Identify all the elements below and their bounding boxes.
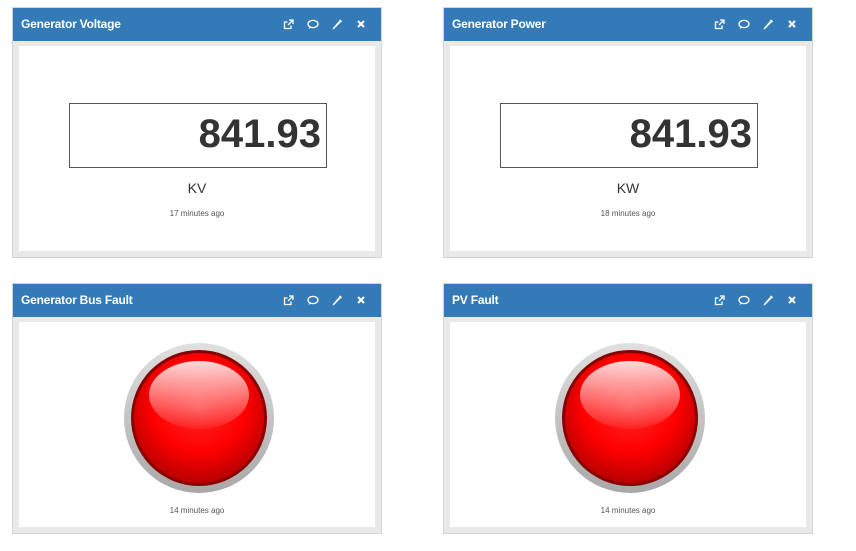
fault-indicator-led xyxy=(124,343,274,493)
widget-toolbar xyxy=(713,17,798,31)
widget-body: 841.93 KW 18 minutes ago xyxy=(450,46,806,251)
close-icon[interactable] xyxy=(354,17,367,31)
value-text: 841.93 xyxy=(629,112,752,156)
widget-generator-bus-fault: Generator Bus Fault 14 minutes ago xyxy=(12,283,382,534)
widget-title: Generator Bus Fault xyxy=(21,293,133,307)
pencil-icon[interactable] xyxy=(761,17,774,31)
widget-header: Generator Bus Fault xyxy=(13,284,381,317)
widget-generator-power: Generator Power 841.93 KW 18 minutes ago xyxy=(443,7,813,258)
widget-title: PV Fault xyxy=(452,293,499,307)
last-updated: 18 minutes ago xyxy=(600,209,656,218)
comment-icon[interactable] xyxy=(306,293,319,307)
widget-body: 841.93 KV 17 minutes ago xyxy=(19,46,375,251)
widget-body: 14 minutes ago xyxy=(19,322,375,527)
external-link-icon[interactable] xyxy=(282,17,295,31)
last-updated: 14 minutes ago xyxy=(600,506,656,515)
close-icon[interactable] xyxy=(785,17,798,31)
value-display: 841.93 xyxy=(500,103,758,168)
widget-toolbar xyxy=(713,293,798,307)
last-updated: 17 minutes ago xyxy=(169,209,225,218)
external-link-icon[interactable] xyxy=(713,17,726,31)
pencil-icon[interactable] xyxy=(330,293,343,307)
pencil-icon[interactable] xyxy=(330,17,343,31)
widget-header: Generator Power xyxy=(444,8,812,41)
widget-title: Generator Voltage xyxy=(21,17,121,31)
widget-body: 14 minutes ago xyxy=(450,322,806,527)
external-link-icon[interactable] xyxy=(713,293,726,307)
unit-label: KV xyxy=(187,180,207,196)
widget-header: PV Fault xyxy=(444,284,812,317)
unit-label: KW xyxy=(616,180,640,196)
comment-icon[interactable] xyxy=(306,17,319,31)
widget-pv-fault: PV Fault 14 minutes ago xyxy=(443,283,813,534)
value-text: 841.93 xyxy=(198,112,321,156)
external-link-icon[interactable] xyxy=(282,293,295,307)
fault-indicator-led xyxy=(555,343,705,493)
widget-toolbar xyxy=(282,17,367,31)
widget-generator-voltage: Generator Voltage 841.93 KV 17 minutes a… xyxy=(12,7,382,258)
close-icon[interactable] xyxy=(354,293,367,307)
comment-icon[interactable] xyxy=(737,17,750,31)
pencil-icon[interactable] xyxy=(761,293,774,307)
widget-toolbar xyxy=(282,293,367,307)
widget-header: Generator Voltage xyxy=(13,8,381,41)
value-display: 841.93 xyxy=(69,103,327,168)
last-updated: 14 minutes ago xyxy=(169,506,225,515)
comment-icon[interactable] xyxy=(737,293,750,307)
close-icon[interactable] xyxy=(785,293,798,307)
widget-title: Generator Power xyxy=(452,17,546,31)
